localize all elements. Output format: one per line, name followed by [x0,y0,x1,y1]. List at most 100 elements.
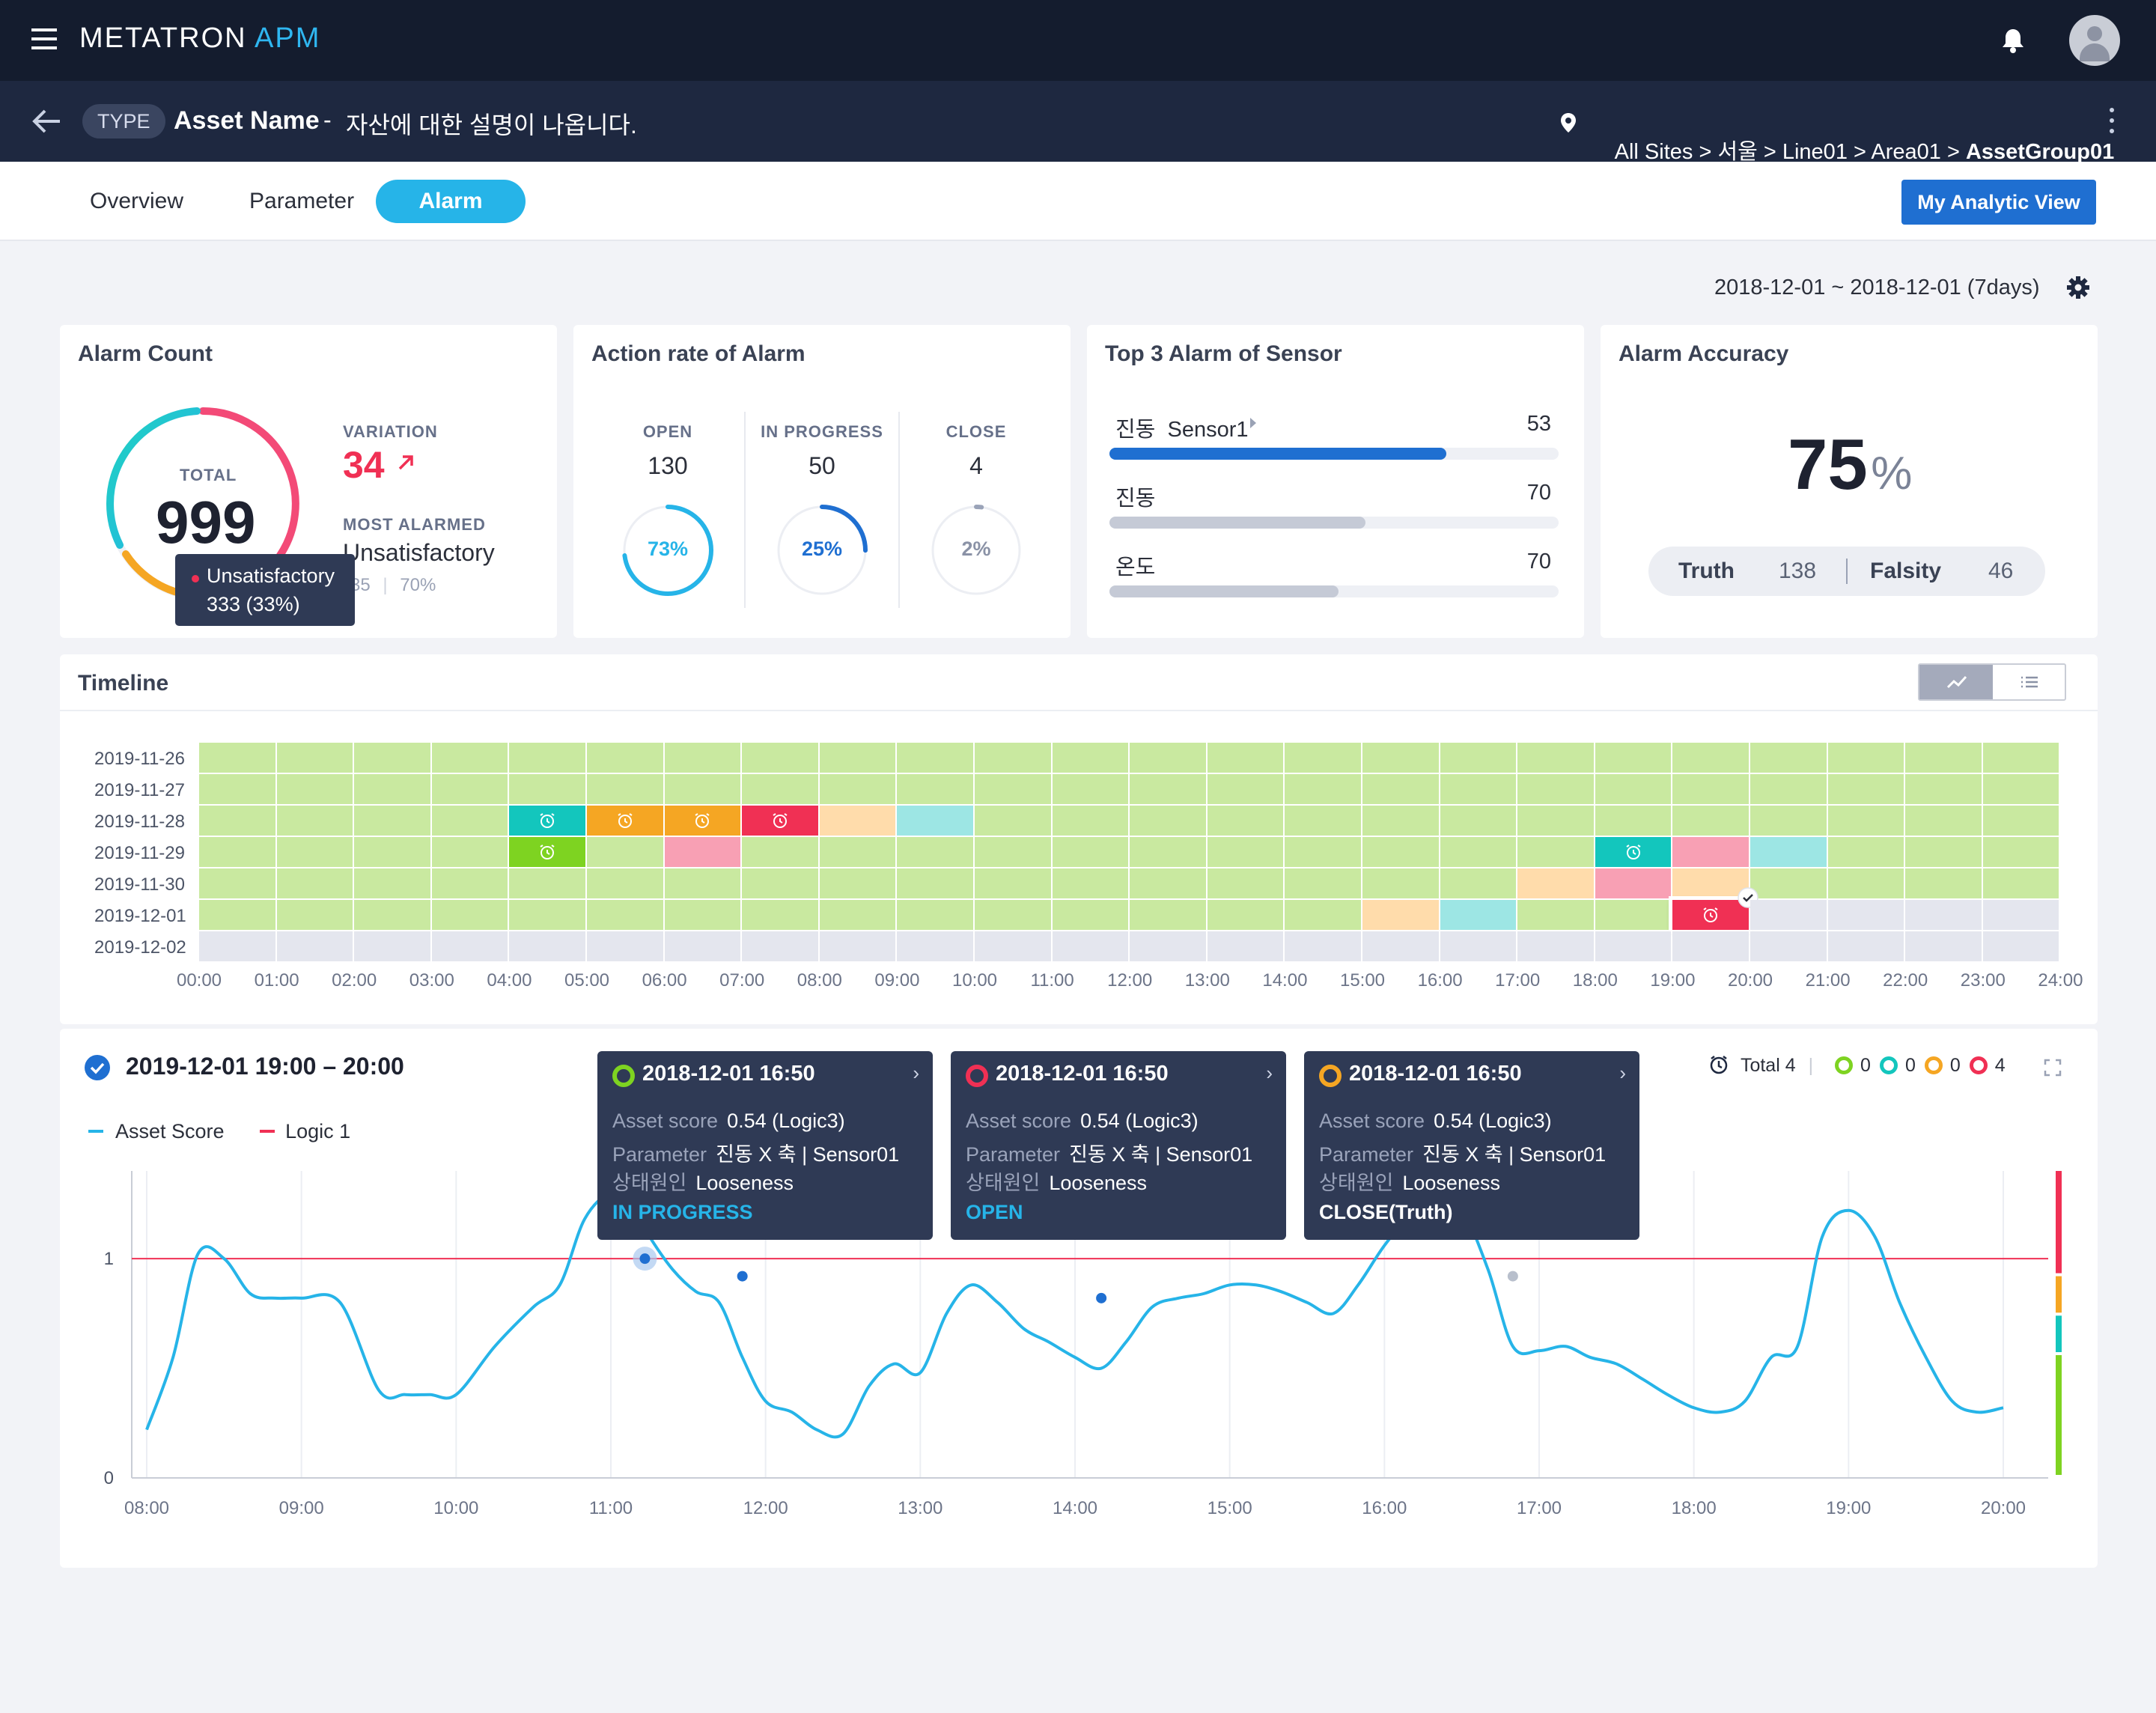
timeline-cell[interactable] [819,837,896,867]
timeline-cell[interactable] [1905,774,1982,804]
timeline-cell[interactable] [276,774,353,804]
timeline-cell[interactable] [1052,868,1129,898]
timeline-cell[interactable] [199,837,275,867]
timeline-cell[interactable] [1672,931,1749,961]
timeline-cell[interactable] [587,931,663,961]
sensor-label[interactable]: 온도 [1115,550,1155,581]
timeline-cell[interactable] [431,806,508,836]
timeline-cell[interactable] [1285,774,1361,804]
timeline-cell[interactable] [199,868,275,898]
timeline-cell[interactable] [1827,931,1904,961]
timeline-cell[interactable] [1207,931,1284,961]
timeline-cell[interactable] [587,868,663,898]
timeline-cell[interactable] [975,868,1051,898]
timeline-cell[interactable] [819,931,896,961]
timeline-cell[interactable] [975,931,1051,961]
timeline-cell[interactable] [1052,837,1129,867]
timeline-cell[interactable] [1052,900,1129,930]
timeline-cell[interactable] [819,900,896,930]
timeline-cell[interactable] [1982,837,2059,867]
timeline-cell[interactable] [1285,837,1361,867]
timeline-cell[interactable] [1285,931,1361,961]
timeline-cell[interactable] [897,774,973,804]
timeline-cell[interactable] [1285,868,1361,898]
timeline-cell[interactable] [1362,774,1439,804]
timeline-cell[interactable] [742,931,818,961]
timeline-cell[interactable] [431,743,508,773]
timeline-cell[interactable] [1130,806,1206,836]
timeline-cell[interactable] [1285,743,1361,773]
sensor-label[interactable]: 진동 Sensor1 [1115,412,1249,443]
timeline-cell[interactable] [1440,774,1517,804]
timeline-cell[interactable] [1517,837,1594,867]
timeline-cell[interactable] [664,931,741,961]
timeline-cell[interactable] [1285,900,1361,930]
timeline-cell[interactable] [1827,774,1904,804]
timeline-cell[interactable] [1595,837,1672,867]
timeline-cell[interactable] [1750,806,1827,836]
timeline-cell[interactable] [199,743,275,773]
timeline-cell[interactable] [587,837,663,867]
timeline-cell[interactable] [742,900,818,930]
tab-alarm[interactable]: Alarm [376,180,526,223]
timeline-cell[interactable] [1362,900,1439,930]
timeline-cell[interactable] [1982,931,2059,961]
back-arrow-icon[interactable] [31,108,61,135]
timeline-cell[interactable] [1207,900,1284,930]
timeline-cell[interactable] [354,837,430,867]
timeline-cell[interactable] [1052,931,1129,961]
timeline-cell[interactable] [742,806,818,836]
timeline-cell[interactable] [1362,837,1439,867]
timeline-cell[interactable] [1285,806,1361,836]
timeline-cell[interactable] [1440,837,1517,867]
timeline-cell[interactable] [1130,900,1206,930]
timeline-cell[interactable] [1982,774,2059,804]
timeline-cell[interactable] [664,900,741,930]
timeline-cell[interactable] [1130,868,1206,898]
bell-icon[interactable] [2000,27,2026,54]
timeline-cell[interactable] [1440,931,1517,961]
timeline-cell[interactable] [1052,774,1129,804]
timeline-cell[interactable] [1982,900,2059,930]
timeline-cell[interactable] [897,806,973,836]
timeline-cell[interactable] [1207,806,1284,836]
timeline-cell[interactable] [1827,837,1904,867]
timeline-cell[interactable] [354,743,430,773]
timeline-cell[interactable] [199,806,275,836]
gear-icon[interactable] [2066,276,2090,299]
timeline-cell[interactable] [354,774,430,804]
timeline-cell[interactable] [897,931,973,961]
timeline-cell[interactable] [975,900,1051,930]
timeline-cell[interactable] [1827,900,1904,930]
more-options-icon[interactable] [2110,108,2116,135]
timeline-cell[interactable] [199,931,275,961]
timeline-cell[interactable] [431,837,508,867]
timeline-cell[interactable] [1517,931,1594,961]
timeline-cell[interactable] [354,900,430,930]
timeline-cell[interactable] [742,868,818,898]
timeline-cell[interactable] [509,774,585,804]
timeline-cell[interactable] [975,806,1051,836]
timeline-cell[interactable] [1517,743,1594,773]
timeline-cell[interactable] [1750,837,1827,867]
timeline-cell[interactable] [1595,931,1672,961]
menu-icon[interactable] [31,28,57,51]
timeline-cell[interactable] [975,743,1051,773]
timeline-cell[interactable] [276,900,353,930]
chevron-right-icon[interactable]: › [913,1062,919,1085]
tab-overview[interactable]: Overview [90,189,183,214]
timeline-cell[interactable] [1440,743,1517,773]
timeline-cell[interactable] [819,743,896,773]
timeline-cell[interactable] [1130,931,1206,961]
timeline-cell[interactable] [664,774,741,804]
timeline-cell[interactable] [1905,900,1982,930]
timeline-cell[interactable] [819,774,896,804]
timeline-cell[interactable] [276,868,353,898]
timeline-cell[interactable] [664,837,741,867]
timeline-cell[interactable] [897,837,973,867]
timeline-cell[interactable] [1905,837,1982,867]
timeline-cell[interactable] [1827,806,1904,836]
timeline-cell[interactable] [1207,837,1284,867]
list-view-button[interactable] [1993,665,2065,699]
timeline-cell[interactable] [1517,868,1594,898]
